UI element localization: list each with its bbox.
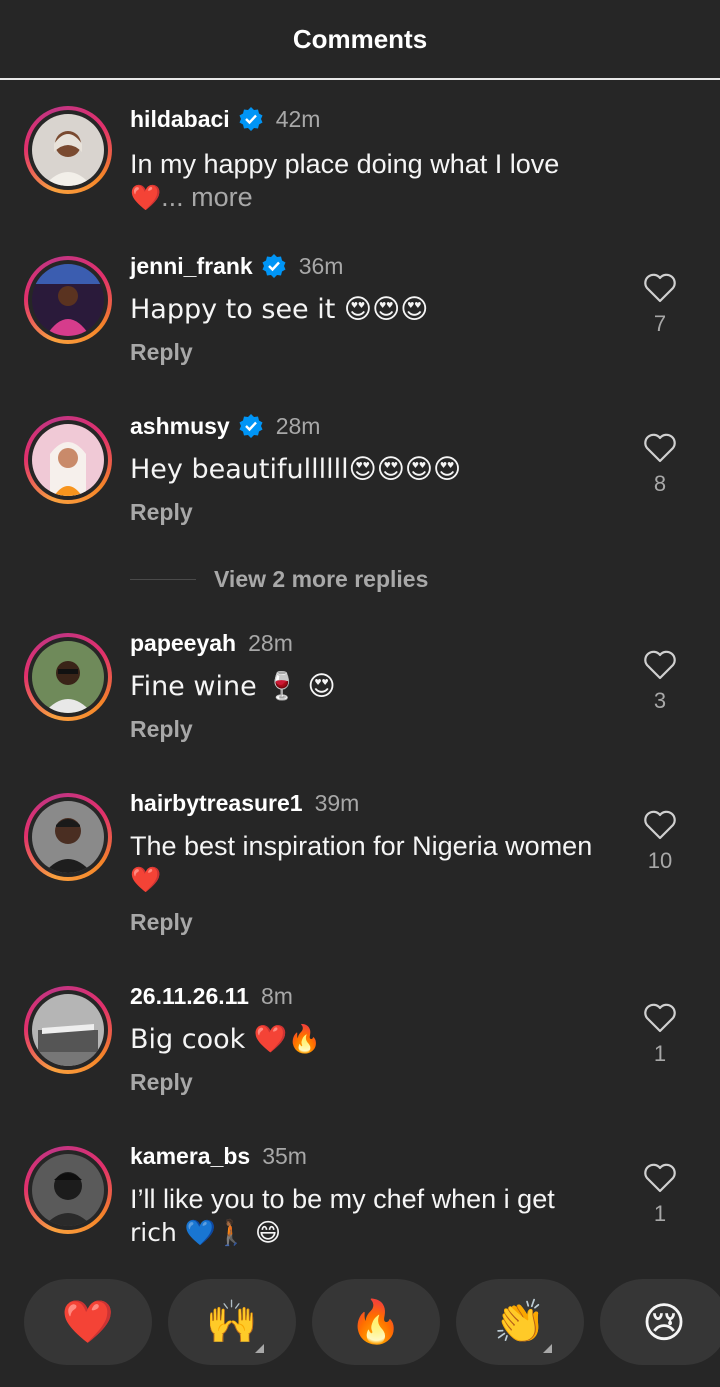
like-control[interactable]: 1: [640, 1163, 680, 1227]
avatar[interactable]: [24, 106, 112, 194]
heart-icon[interactable]: [643, 1163, 677, 1193]
view-more-replies-button[interactable]: View 2 more replies: [130, 566, 428, 593]
emoji-button-clap[interactable]: 👏: [456, 1279, 584, 1365]
timestamp: 39m: [314, 789, 360, 816]
like-count: 8: [653, 471, 667, 496]
emoji-button-crying[interactable]: 😢: [600, 1279, 720, 1365]
skin-tone-indicator-icon: [255, 1344, 264, 1353]
like-count: 1: [653, 1201, 667, 1226]
username[interactable]: hairbytreasure1: [130, 790, 303, 817]
like-control[interactable]: 10: [640, 810, 680, 874]
like-count: 10: [647, 848, 673, 873]
username[interactable]: ashmusy: [130, 413, 230, 440]
verified-badge-icon: [238, 106, 264, 132]
timestamp: 28m: [275, 412, 321, 439]
username[interactable]: 26.11.26.11: [130, 983, 249, 1010]
like-count: 1: [653, 1041, 667, 1066]
avatar[interactable]: [24, 633, 112, 721]
view-more-replies-label[interactable]: View 2 more replies: [214, 566, 428, 593]
avatar-photo: [32, 1154, 104, 1226]
avatar-photo: [32, 801, 104, 873]
heart-icon[interactable]: [643, 650, 677, 680]
reply-button[interactable]: Reply: [130, 499, 193, 526]
avatar-photo: [32, 994, 104, 1066]
avatar-photo: [32, 264, 104, 336]
comment-text: I’ll like you to be my chef when i get r…: [130, 1184, 555, 1247]
header-title: Comments: [292, 23, 428, 54]
comment-text: Big cook ❤️🔥: [130, 1024, 322, 1055]
emoji-button-heart[interactable]: ❤️: [24, 1279, 152, 1365]
like-control[interactable]: 1: [640, 1003, 680, 1067]
reply-button[interactable]: Reply: [130, 716, 193, 743]
username[interactable]: jenni_frank: [130, 253, 253, 280]
timestamp: 8m: [260, 982, 293, 1009]
avatar[interactable]: [24, 416, 112, 504]
avatar-photo: [32, 424, 104, 496]
avatar[interactable]: [24, 1146, 112, 1234]
like-control[interactable]: 8: [640, 433, 680, 497]
timestamp: 36m: [298, 252, 344, 279]
reply-button[interactable]: Reply: [130, 1069, 193, 1096]
emoji-button-fire[interactable]: 🔥: [312, 1279, 440, 1365]
username[interactable]: kamera_bs: [130, 1143, 250, 1170]
verified-badge-icon: [261, 253, 287, 279]
comment-text: Happy to see it 😍😍😍: [130, 294, 429, 325]
like-control[interactable]: 3: [640, 650, 680, 714]
username[interactable]: hildabaci: [130, 106, 230, 133]
skin-tone-indicator-icon: [543, 1344, 552, 1353]
heart-icon[interactable]: [643, 1003, 677, 1033]
reply-button[interactable]: Reply: [130, 339, 193, 366]
avatar[interactable]: [24, 256, 112, 344]
emoji-button-raised-hands[interactable]: 🙌: [168, 1279, 296, 1365]
more-link[interactable]: ... more: [161, 182, 253, 212]
timestamp: 28m: [248, 629, 293, 656]
timestamp: 35m: [262, 1142, 307, 1169]
emoji-reaction-bar: ❤️ 🙌 🔥 👏 😢: [24, 1279, 720, 1365]
reply-button[interactable]: Reply: [130, 909, 193, 936]
comment-text: Hey beautifullllll😍😍😍😍: [130, 454, 462, 485]
avatar[interactable]: [24, 986, 112, 1074]
divider-line: [130, 579, 196, 580]
avatar[interactable]: [24, 793, 112, 881]
like-count: 3: [653, 688, 667, 713]
username[interactable]: papeeyah: [130, 630, 236, 657]
comment-text: The best inspiration for Nigeria women ❤…: [130, 831, 593, 894]
heart-icon[interactable]: [643, 433, 677, 463]
like-count: 7: [653, 311, 667, 336]
comment-text: Fine wine 🍷 😍: [130, 671, 336, 702]
like-control[interactable]: 7: [640, 273, 680, 337]
heart-icon[interactable]: [643, 810, 677, 840]
avatar-photo: [32, 114, 104, 186]
timestamp: 42m: [275, 105, 321, 132]
verified-badge-icon: [238, 413, 264, 439]
avatar-photo: [32, 641, 104, 713]
heart-icon[interactable]: [643, 273, 677, 303]
comments-header: Comments: [0, 0, 720, 80]
comment-text: In my happy place doing what I love ❤️..…: [130, 149, 560, 212]
